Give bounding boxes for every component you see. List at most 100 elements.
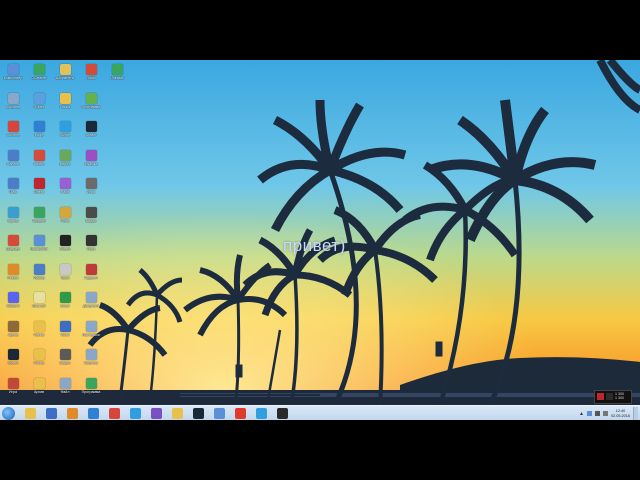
desktop-icon[interactable]: Игра [78,233,104,261]
desktop-icon[interactable]: Корзина [78,347,104,375]
desktop-icon[interactable]: Документ [78,290,104,318]
network-icon[interactable] [594,411,600,416]
desktop-icon[interactable]: Музыка [78,148,104,176]
word-icon[interactable] [46,408,57,419]
app-icon [85,64,97,75]
desktop-icon[interactable]: Uninstall [104,62,130,90]
app-icon [59,206,71,218]
desktop-icon[interactable]: Браузер [0,233,26,261]
desktop-icon[interactable]: Chrome [0,119,26,147]
desktop-icon[interactable]: Настройки [78,319,104,347]
desktop-icon[interactable]: Архив [0,319,26,347]
desktop-icon-label: Discord [6,304,20,308]
desktop-icon[interactable]: Paint [52,176,78,204]
desktop-icon[interactable]: Папка [52,91,78,119]
tray-arrow-icon[interactable]: ▲ [579,411,584,417]
desktop-icon[interactable]: Папка [26,319,52,347]
desktop-icon-label: Торрент [84,275,98,280]
obs-icon[interactable] [277,408,288,419]
app-icon [59,292,71,303]
desktop-icon[interactable]: Папка [26,347,52,375]
desktop-icon[interactable]: iTunes [26,91,52,119]
desktop-icon-label: Папка [33,361,45,365]
app-icon [85,349,97,360]
desktop-icon-label: Файл [60,389,70,394]
desktop-icon-label: Корзина [84,361,98,365]
flag-icon[interactable] [586,411,592,416]
skype-icon[interactable] [256,408,267,419]
desktop-icon-label: Корзина [6,104,20,109]
desktop-icon-label: Папка [59,104,71,109]
desktop-icon-label: Видео [59,161,71,166]
desktop-icon[interactable]: Торрент [26,205,52,233]
show-desktop-button[interactable] [633,407,638,420]
desktop-icon[interactable]: Корзина [0,91,26,119]
desktop-icon[interactable]: Excel [52,290,78,318]
desktop-icon[interactable]: Панель [0,148,26,176]
desktop-icon[interactable]: Документы [52,62,78,90]
desktop-icon-label: Firefox [7,275,19,280]
desktop-icon[interactable]: Архив [26,376,52,404]
desktop-icon[interactable]: Программа [78,91,104,119]
desktop-icon-label: Документ [83,304,99,308]
desktop-icon[interactable]: Видео [52,347,78,375]
game-icon[interactable] [214,408,225,419]
app-icon [33,377,45,389]
desktop-icon[interactable]: Adobe [26,148,52,176]
chrome-icon[interactable] [109,408,120,419]
desktop-icon[interactable]: Firefox [0,262,26,290]
desktop-icon[interactable]: Edge [26,119,52,147]
visual-studio-icon[interactable] [151,408,162,419]
app-icon [7,377,19,389]
desktop-icon[interactable]: Карты [0,205,26,233]
desktop-icon-label: Игра [87,190,95,194]
desktop-icon[interactable]: Блокнот [26,290,52,318]
desktop-icon-label: Музыка [84,161,98,166]
desktop-icon[interactable]: Steam [52,233,78,261]
desktop-icon[interactable]: CCleaner [26,62,52,90]
app-icon [85,178,97,189]
desktop-icon[interactable]: Файлы [26,262,52,290]
app-icon [85,149,97,161]
desktop-icon[interactable]: Word [52,319,78,347]
skype-icon[interactable] [130,408,141,419]
desktop-icon[interactable]: Игра [0,376,26,404]
desktop-icon[interactable]: Торрент [78,262,104,290]
widget-dark-square [606,393,613,400]
steam-icon[interactable] [193,408,204,419]
desktop-icon[interactable]: Файл [52,376,78,404]
app-icon [59,149,71,161]
desktop-icon-label: Adobe [33,161,45,166]
explorer-icon[interactable] [25,408,36,419]
desktop-icon-label: Uninstall [110,76,124,80]
folder-icon[interactable] [172,408,183,419]
desktop-icon[interactable]: Фото [52,205,78,233]
tray-widget[interactable]: 1 300 1 300 [594,390,632,404]
desktop-icon[interactable]: Компьютер [0,62,26,90]
desktop-icon[interactable]: Настройки [26,233,52,261]
desktop-icon-label: Видео [85,218,97,223]
ie-icon[interactable] [88,408,99,419]
desktop-icon[interactable]: Skype [52,119,78,147]
desktop-icon[interactable]: Opera [26,176,52,204]
desktop-icon-label: Excel [60,304,70,308]
taskbar-clock[interactable]: 12:40 02.05.2016 [611,409,630,418]
desktop-icon-label: Программа [81,389,101,394]
desktop-icon[interactable]: Пуск [0,176,26,204]
media-player-icon[interactable] [67,408,78,419]
desktop-icon[interactable]: Steam [78,119,104,147]
desktop-icon[interactable]: Программа [78,376,104,404]
desktop-icon[interactable]: Gmail [78,62,104,90]
start-button[interactable] [2,407,15,420]
desktop-icon[interactable]: Steam [0,347,26,375]
app-icon [33,121,45,132]
yandex-icon[interactable] [235,408,246,419]
app-icon [85,320,97,332]
desktop-icon[interactable]: Discord [0,290,26,318]
desktop-icon[interactable]: Видео [78,205,104,233]
desktop-icon[interactable]: Видео [52,148,78,176]
desktop-icon[interactable]: Игра [78,176,104,204]
volume-icon[interactable] [602,411,608,416]
desktop-icon-label: Chrome [6,133,20,137]
desktop-icon[interactable]: Текст [52,262,78,290]
